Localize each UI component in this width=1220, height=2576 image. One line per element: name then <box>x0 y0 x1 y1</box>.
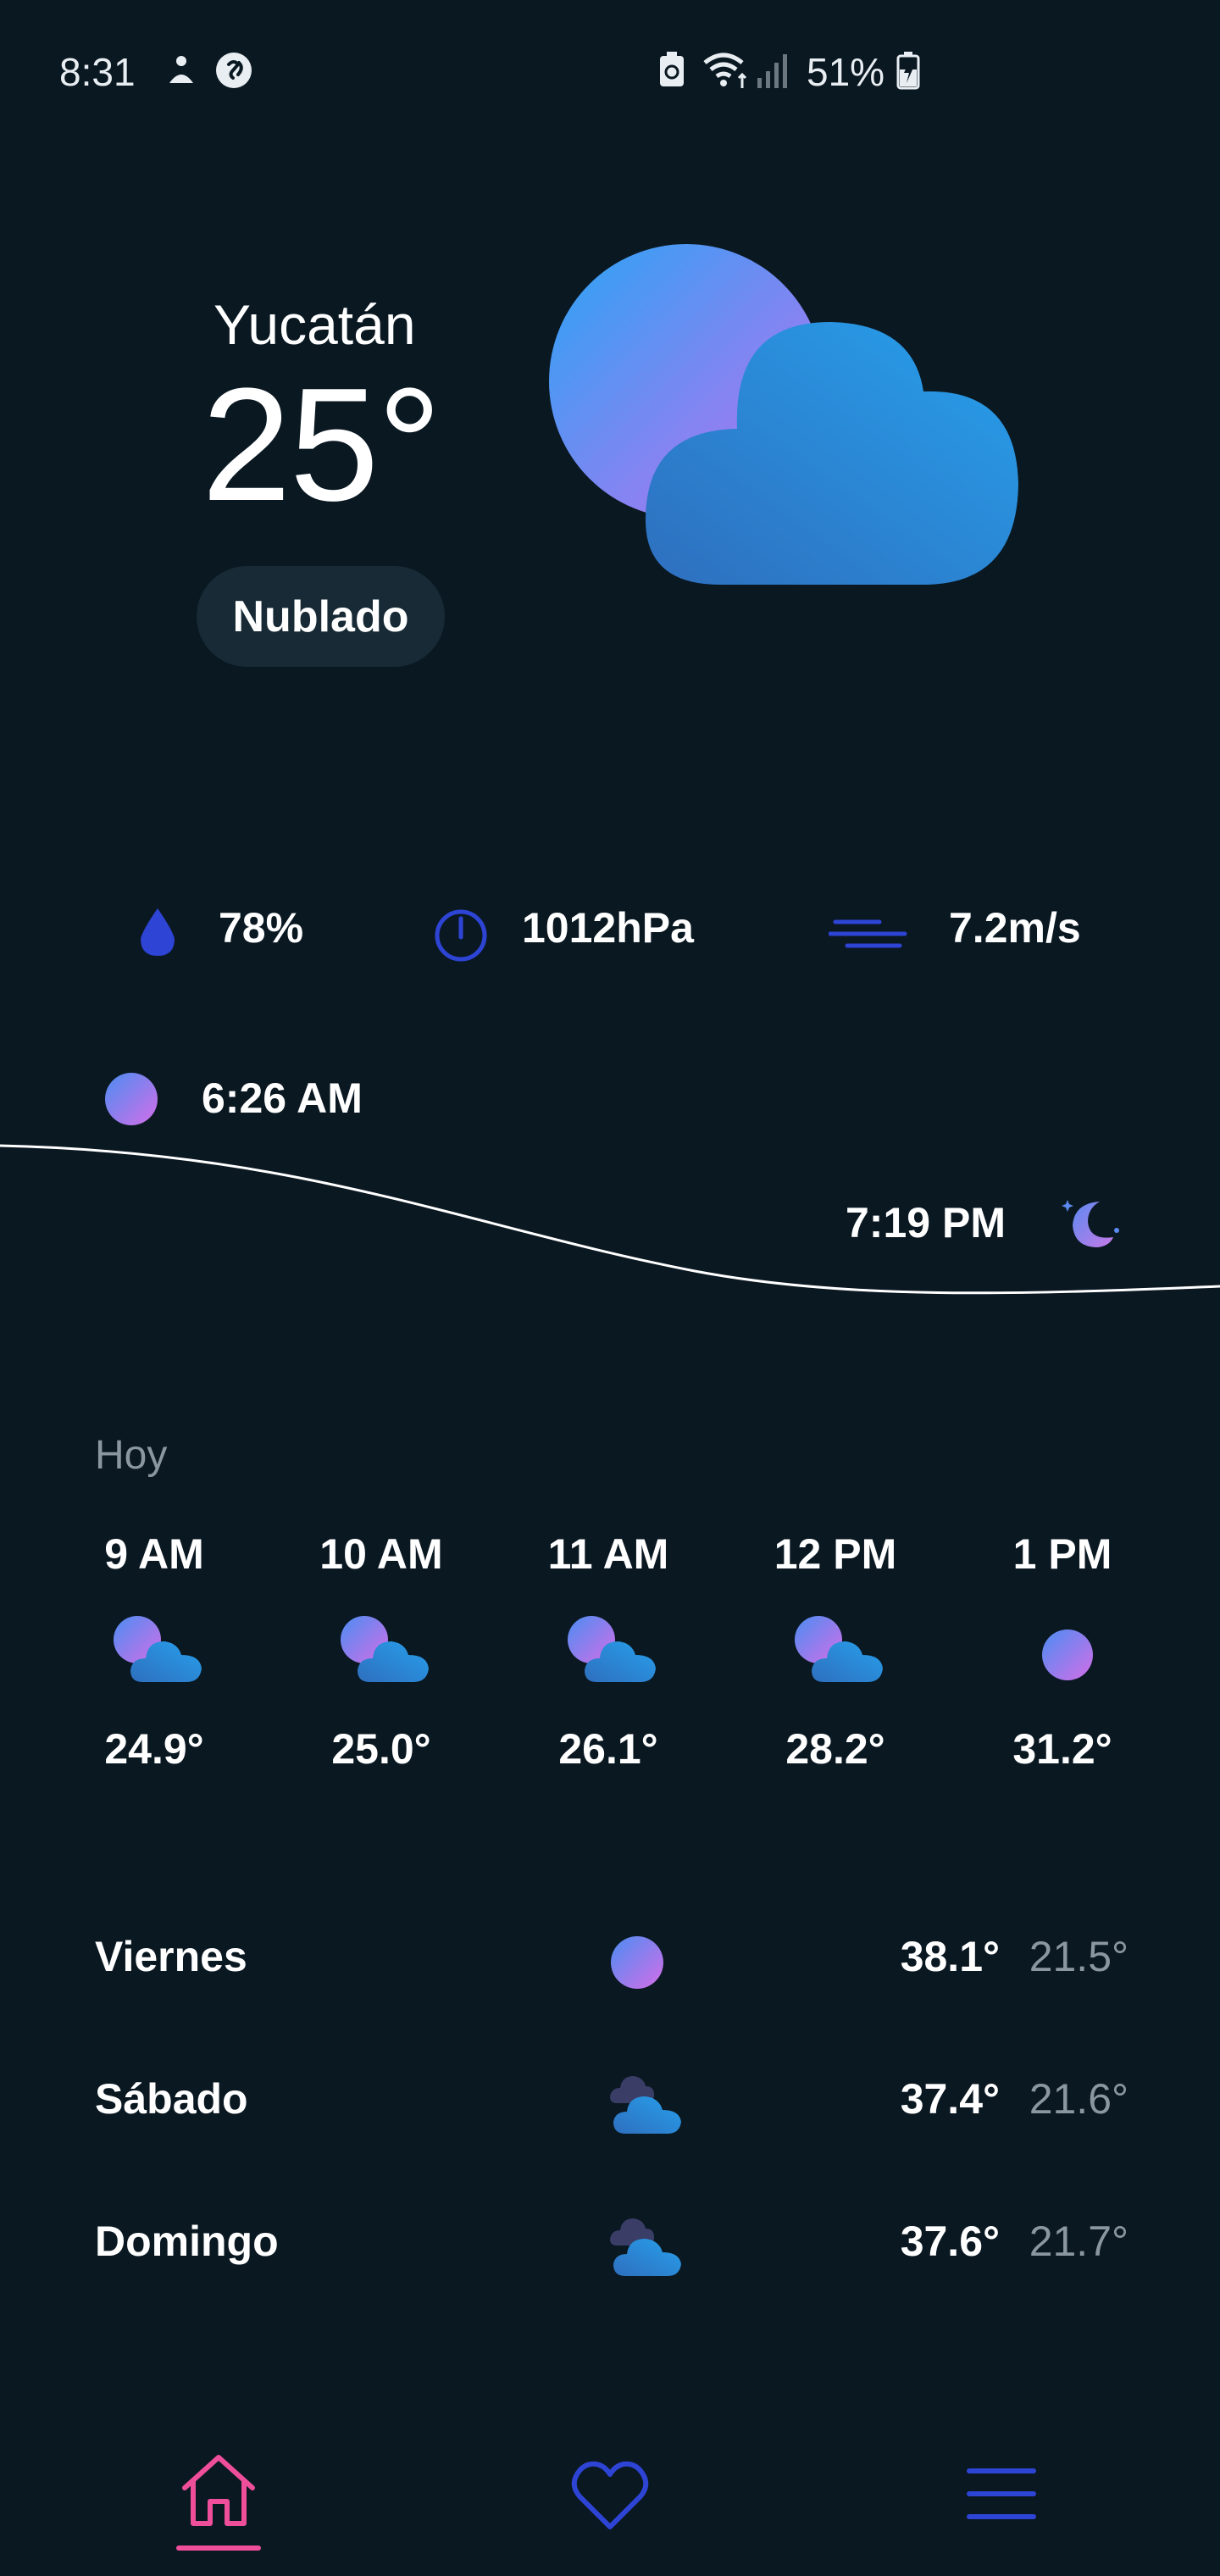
shazam-icon <box>216 53 252 88</box>
sunrise-time: 6:26 AM <box>202 1074 363 1122</box>
forecast-min: 21.5° <box>1029 1933 1128 1980</box>
battery-charging-icon <box>896 52 920 90</box>
forecast-max: 37.4° <box>900 2075 1000 2123</box>
hourly-item: 1 PM 31.2° <box>978 1530 1147 1773</box>
pressure-gauge-icon <box>435 909 487 962</box>
wifi-icon <box>703 53 747 88</box>
nav-active-indicator <box>176 2545 261 2551</box>
hourly-item: 11 AM 26.1° <box>524 1530 693 1773</box>
sunrise-sun-icon <box>105 1073 158 1125</box>
forecast-row: Sábado 37.4° 21.6° <box>95 2056 1128 2140</box>
partly-cloudy-icon <box>341 1616 429 1682</box>
condition-label: Nublado <box>232 591 409 641</box>
hour-time: 11 AM <box>547 1530 669 1578</box>
battery-saver-icon <box>660 52 684 86</box>
hourly-item: 9 AM 24.9° <box>69 1530 239 1773</box>
partly-cloudy-illustration-icon <box>549 244 1018 585</box>
humidity-drop-icon <box>141 908 175 956</box>
cloudy-icon <box>610 2076 681 2134</box>
hour-temperature: 31.2° <box>1012 1725 1112 1773</box>
sun-icon <box>1042 1629 1093 1680</box>
sunset-time: 7:19 PM <box>846 1199 1006 1246</box>
forecast-day: Viernes <box>95 1933 247 1980</box>
forecast-row: Domingo 37.6° 21.7° <box>95 2198 1128 2283</box>
forecast-min: 21.7° <box>1029 2218 1128 2265</box>
forecast-row: Viernes 38.1° 21.5° <box>95 1913 1128 1998</box>
nav-favorites-button[interactable] <box>569 2457 651 2534</box>
partly-cloudy-icon <box>114 1616 202 1682</box>
notification-app-icon <box>169 56 193 83</box>
signal-icon <box>757 54 787 88</box>
nav-home-button[interactable] <box>176 2449 261 2534</box>
status-time: 8:31 <box>59 50 136 94</box>
nav-menu-button[interactable] <box>966 2464 1037 2523</box>
hourly-item: 10 AM 25.0° <box>297 1530 466 1773</box>
today-label: Hoy <box>95 1433 168 1478</box>
pressure-value: 1012hPa <box>522 904 694 952</box>
battery-percentage: 51% <box>807 50 885 94</box>
hour-time: 1 PM <box>1012 1530 1112 1578</box>
wind-icon <box>829 919 907 948</box>
hourly-item: 12 PM 28.2° <box>751 1530 920 1773</box>
hour-temperature: 28.2° <box>785 1725 885 1773</box>
humidity-value: 78% <box>219 904 304 952</box>
forecast-max: 37.6° <box>900 2218 1000 2265</box>
sunset-moon-icon <box>1062 1200 1119 1247</box>
hour-temperature: 26.1° <box>558 1725 658 1773</box>
wind-value: 7.2m/s <box>949 904 1081 952</box>
hour-temperature: 25.0° <box>331 1725 431 1773</box>
city-name: Yucatán <box>214 293 416 356</box>
cloudy-icon <box>610 2218 681 2276</box>
sun-icon <box>611 1936 663 1989</box>
current-temperature: 25° <box>202 355 441 535</box>
hour-time: 12 PM <box>774 1530 897 1578</box>
forecast-day: Sábado <box>95 2075 248 2123</box>
hour-temperature: 24.9° <box>104 1725 204 1773</box>
partly-cloudy-icon <box>795 1616 883 1682</box>
hour-time: 9 AM <box>104 1530 204 1578</box>
forecast-day: Domingo <box>95 2218 279 2265</box>
sun-path-curve <box>0 1144 1220 1295</box>
condition-badge: Nublado <box>197 566 445 667</box>
forecast-max: 38.1° <box>900 1933 1000 1980</box>
partly-cloudy-icon <box>568 1616 656 1682</box>
hour-time: 10 AM <box>319 1530 443 1578</box>
forecast-min: 21.6° <box>1029 2075 1128 2123</box>
